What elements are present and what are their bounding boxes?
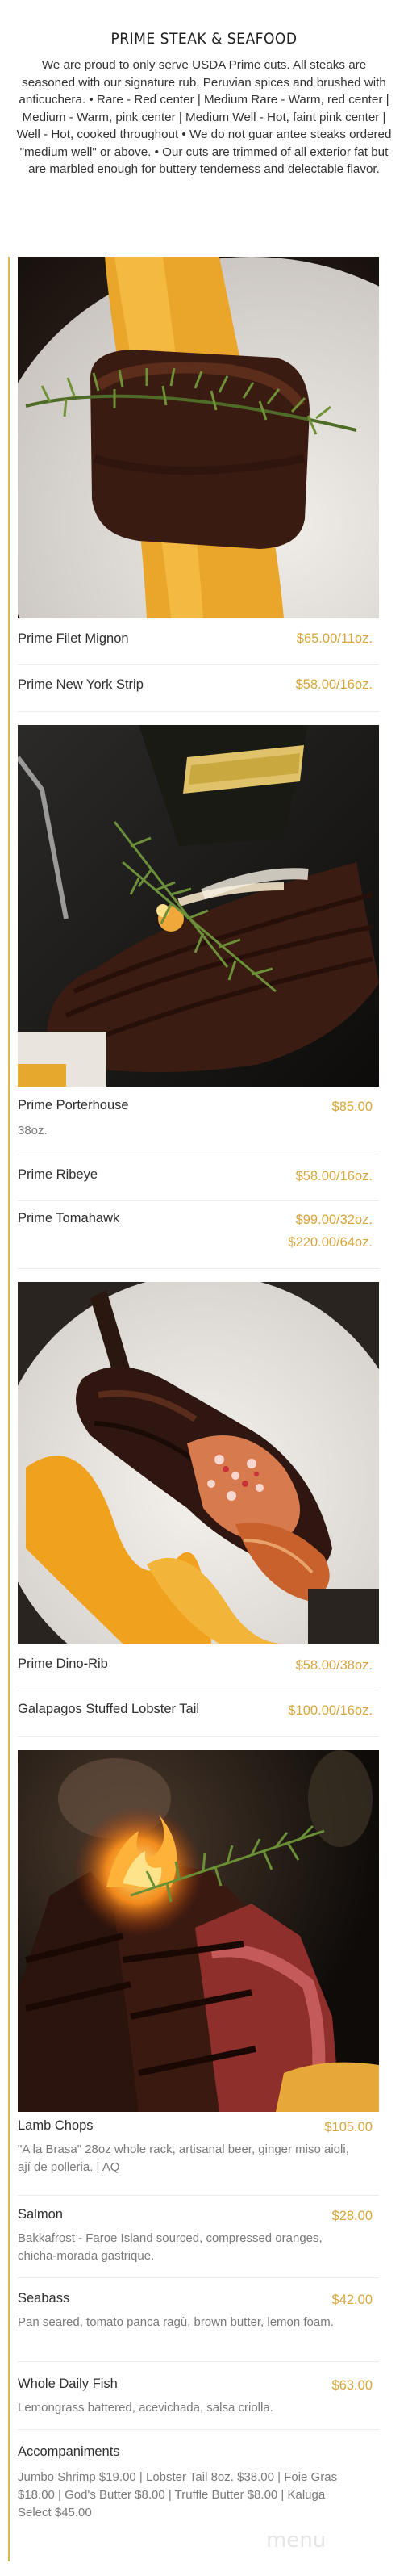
item-price: $105.00 bbox=[324, 2120, 373, 2134]
lamb-chops-photo bbox=[18, 1750, 379, 2112]
filet-mignon-photo bbox=[18, 257, 379, 618]
menu-item: Galapagos Stuffed Lobster Tail $100.00/1… bbox=[18, 1690, 379, 1737]
item-price: $42.00 bbox=[331, 2293, 373, 2307]
item-name: Prime New York Strip bbox=[18, 677, 144, 692]
item-price-secondary: $220.00/64oz. bbox=[288, 1235, 373, 1250]
item-description: Bakkafrost - Faroe Island sourced, compr… bbox=[18, 2231, 323, 2263]
item-name: Prime Ribeye bbox=[18, 1167, 98, 1182]
item-price: $99.00/32oz. bbox=[295, 1213, 373, 1227]
item-price: $63.00 bbox=[331, 2378, 373, 2393]
item-price: $58.00/16oz. bbox=[295, 677, 373, 692]
menu-item: Seabass $42.00 Pan seared, tomato panca … bbox=[18, 2278, 379, 2362]
item-price: $85.00 bbox=[331, 1100, 373, 1114]
item-name: Whole Daily Fish bbox=[18, 2377, 118, 2391]
item-name: Lamb Chops bbox=[18, 2118, 94, 2133]
item-price: $58.00/38oz. bbox=[295, 1658, 373, 1673]
item-name: Prime Filet Mignon bbox=[18, 631, 129, 646]
menu-item: Prime New York Strip $58.00/16oz. bbox=[18, 665, 379, 712]
menu-item: Accompaniments Jumbo Shrimp $19.00 | Lob… bbox=[18, 2430, 379, 2535]
item-name: Prime Porterhouse bbox=[18, 1098, 129, 1112]
item-name: Prime Dino-Rib bbox=[18, 1657, 108, 1671]
item-price: $100.00/16oz. bbox=[288, 1703, 373, 1718]
item-description: Pan seared, tomato panca ragù, brown but… bbox=[18, 2315, 334, 2329]
menu-item: Lamb Chops $105.00 "A la Brasa" 28oz who… bbox=[18, 2112, 379, 2196]
dino-rib-photo bbox=[18, 1282, 379, 1644]
menu-item: Prime Porterhouse $85.00 38oz. bbox=[18, 1087, 379, 1154]
section-title: PRIME STEAK & SEAFOOD bbox=[110, 30, 298, 48]
item-name: Seabass bbox=[18, 2291, 70, 2306]
item-description: Lemongrass battered, acevichada, salsa c… bbox=[18, 2401, 273, 2415]
item-name: Galapagos Stuffed Lobster Tail bbox=[18, 1702, 200, 1716]
menu-item: Salmon $28.00 Bakkafrost - Faroe Island … bbox=[18, 2196, 379, 2278]
menu-item: Prime Filet Mignon $65.00/11oz. bbox=[18, 618, 379, 665]
item-name: Prime Tomahawk bbox=[18, 1211, 120, 1225]
item-description: 38oz. bbox=[18, 1124, 48, 1137]
item-price: $58.00/16oz. bbox=[295, 1169, 373, 1183]
menu-item: Prime Ribeye $58.00/16oz. bbox=[18, 1154, 379, 1201]
item-price: $28.00 bbox=[331, 2209, 373, 2223]
item-name: Salmon bbox=[18, 2207, 63, 2222]
item-description: "A la Brasa" 28oz whole rack, artisanal … bbox=[18, 2142, 349, 2174]
menu-item: Whole Daily Fish $63.00 Lemongrass batte… bbox=[18, 2362, 379, 2430]
item-price: $65.00/11oz. bbox=[296, 631, 373, 646]
intro-text: We are proud to only serve USDA Prime cu… bbox=[16, 58, 392, 176]
menu-watermark: menu bbox=[266, 2528, 327, 2553]
menu-item: Prime Tomahawk $99.00/32oz. $220.00/64oz… bbox=[18, 1201, 379, 1269]
porterhouse-photo bbox=[18, 725, 379, 1087]
item-description: Jumbo Shrimp $19.00 | Lobster Tail 8oz. … bbox=[18, 2470, 338, 2519]
menu-item: Prime Dino-Rib $58.00/38oz. bbox=[18, 1644, 379, 1690]
item-name: Accompaniments bbox=[18, 2444, 120, 2459]
